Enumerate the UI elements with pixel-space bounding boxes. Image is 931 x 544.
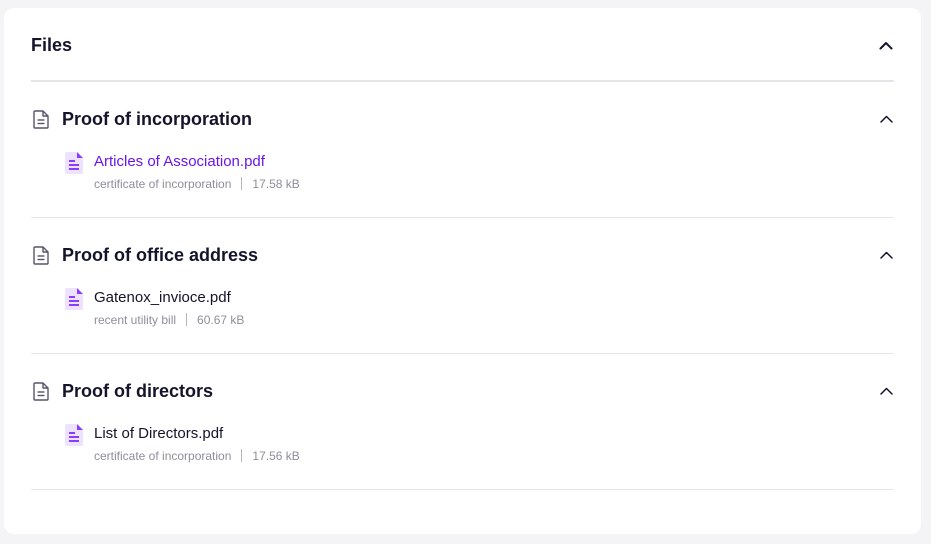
section-header[interactable]: Proof of incorporation xyxy=(31,106,894,132)
file-meta: certificate of incorporation 17.58 kB xyxy=(94,177,300,191)
section-header[interactable]: Proof of directors xyxy=(31,378,894,404)
file-description: recent utility bill xyxy=(94,313,177,327)
section-title: Proof of directors xyxy=(62,380,214,401)
file-description: certificate of incorporation xyxy=(94,449,232,463)
pdf-file-icon xyxy=(65,424,83,446)
file-name-link[interactable]: Gatenox_invioce.pdf xyxy=(94,289,231,306)
meta-separator xyxy=(241,449,243,462)
section-title: Proof of office address xyxy=(62,244,259,265)
section-divider xyxy=(31,489,894,490)
section-header[interactable]: Proof of office address xyxy=(31,242,894,268)
document-icon xyxy=(31,381,51,401)
file-meta: recent utility bill 60.67 kB xyxy=(94,313,244,327)
document-icon xyxy=(31,109,51,129)
meta-separator xyxy=(241,177,243,190)
file-size: 60.67 kB xyxy=(197,313,245,327)
chevron-up-icon[interactable] xyxy=(878,111,894,127)
pdf-file-icon xyxy=(65,288,83,310)
meta-separator xyxy=(186,313,188,326)
file-size: 17.56 kB xyxy=(252,449,300,463)
chevron-up-icon[interactable] xyxy=(878,37,894,53)
header-divider xyxy=(31,80,894,82)
panel-title: Files xyxy=(31,34,73,55)
pdf-file-icon xyxy=(65,152,83,174)
file-name-link[interactable]: Articles of Association.pdf xyxy=(94,153,265,170)
file-item: Gatenox_invioce.pdf recent utility bill 6… xyxy=(65,287,894,327)
section-title: Proof of incorporation xyxy=(62,108,252,129)
section-divider xyxy=(31,217,894,218)
chevron-up-icon[interactable] xyxy=(878,247,894,263)
section-divider xyxy=(31,353,894,354)
chevron-up-icon[interactable] xyxy=(878,383,894,399)
file-item: List of Directors.pdf certificate of inc… xyxy=(65,423,894,463)
section-proof-of-directors: Proof of directors List of Directors.pdf… xyxy=(31,378,894,490)
document-icon xyxy=(31,245,51,265)
file-name-link[interactable]: List of Directors.pdf xyxy=(94,425,223,442)
file-meta: certificate of incorporation 17.56 kB xyxy=(94,449,300,463)
files-card: Files Proof of incorporation Articles of… xyxy=(4,8,921,534)
file-size: 17.58 kB xyxy=(252,177,300,191)
files-panel-header[interactable]: Files xyxy=(31,33,894,57)
file-description: certificate of incorporation xyxy=(94,177,232,191)
section-proof-of-office-address: Proof of office address Gatenox_invioce.… xyxy=(31,242,894,354)
section-proof-of-incorporation: Proof of incorporation Articles of Assoc… xyxy=(31,106,894,218)
file-item: Articles of Association.pdf certificate … xyxy=(65,151,894,191)
